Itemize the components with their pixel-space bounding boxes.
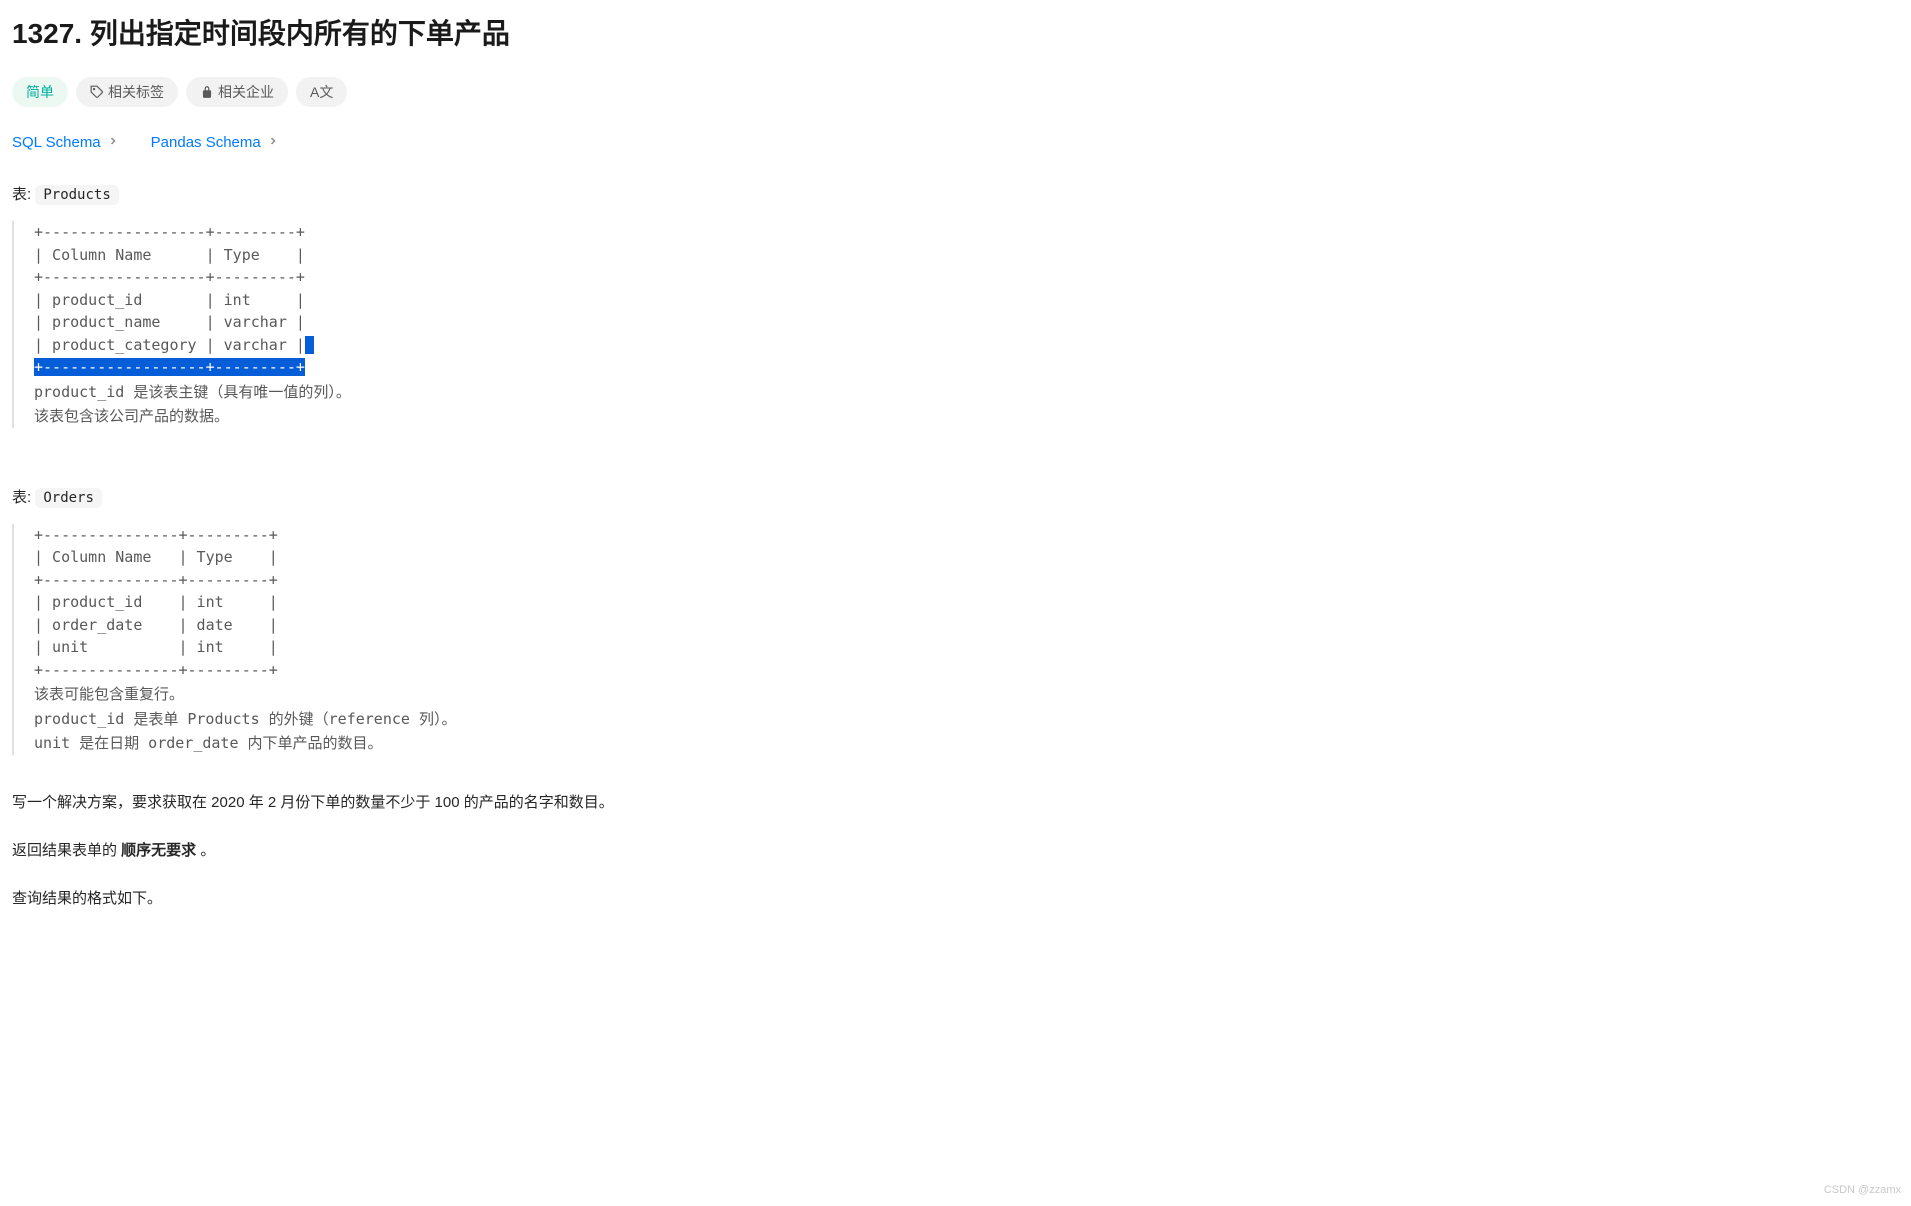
tag-icon [90,85,104,99]
companies-label: 相关企业 [218,81,274,103]
orders-desc-3: unit 是在日期 order_date 内下单产品的数目。 [34,732,1899,755]
chips-row: 简单 相关标签 相关企业 A文 [12,77,1899,107]
pandas-schema-link[interactable]: Pandas Schema [151,131,279,155]
orders-table-name: Orders [35,488,102,508]
products-table-label: 表: Products [12,183,1899,207]
chevron-right-icon [267,131,279,155]
orders-desc-2: product_id 是表单 Products 的外键（reference 列）… [34,708,1899,731]
problem-number: 1327. [12,18,82,49]
difficulty-chip[interactable]: 简单 [12,77,68,107]
table-prefix: 表: [12,186,31,203]
products-schema-text: +------------------+---------+ | Column … [34,223,305,354]
lock-icon [200,85,214,99]
problem-name: 列出指定时间段内所有的下单产品 [90,18,510,49]
watermark: CSDN @zzamx [1824,1182,1901,1200]
tags-label: 相关标签 [108,81,164,103]
companies-chip[interactable]: 相关企业 [186,77,288,107]
problem-prompt: 写一个解决方案，要求获取在 2020 年 2 月份下单的数量不少于 100 的产… [12,791,1899,815]
sql-schema-label: SQL Schema [12,131,101,155]
products-schema-block: +------------------+---------+ | Column … [12,221,1899,428]
orders-schema-pre: +---------------+---------+ | Column Nam… [34,524,1899,682]
chevron-right-icon [107,131,119,155]
result-order-bold: 顺序无要求 [121,842,196,859]
selection-divider: +------------------+---------+ [34,358,305,376]
schema-links: SQL Schema Pandas Schema [12,131,1899,155]
sql-schema-link[interactable]: SQL Schema [12,131,119,155]
products-schema-pre: +------------------+---------+ | Column … [34,221,1899,379]
orders-desc-1: 该表可能包含重复行。 [34,683,1899,706]
products-table-name: Products [35,185,118,205]
table-prefix: 表: [12,489,31,506]
orders-table-label: 表: Orders [12,486,1899,510]
problem-title: 1327. 列出指定时间段内所有的下单产品 [12,12,1899,57]
lang-chip[interactable]: A文 [296,77,347,107]
orders-schema-block: +---------------+---------+ | Column Nam… [12,524,1899,755]
selection-trail [305,336,314,354]
result-order-prefix: 返回结果表单的 [12,842,121,859]
tags-chip[interactable]: 相关标签 [76,77,178,107]
products-desc-2: 该表包含该公司产品的数据。 [34,405,1899,428]
products-desc-1: product_id 是该表主键（具有唯一值的列）。 [34,381,1899,404]
result-order-suffix: 。 [196,842,215,859]
format-note: 查询结果的格式如下。 [12,887,1899,911]
result-order-note: 返回结果表单的 顺序无要求 。 [12,839,1899,863]
pandas-schema-label: Pandas Schema [151,131,261,155]
